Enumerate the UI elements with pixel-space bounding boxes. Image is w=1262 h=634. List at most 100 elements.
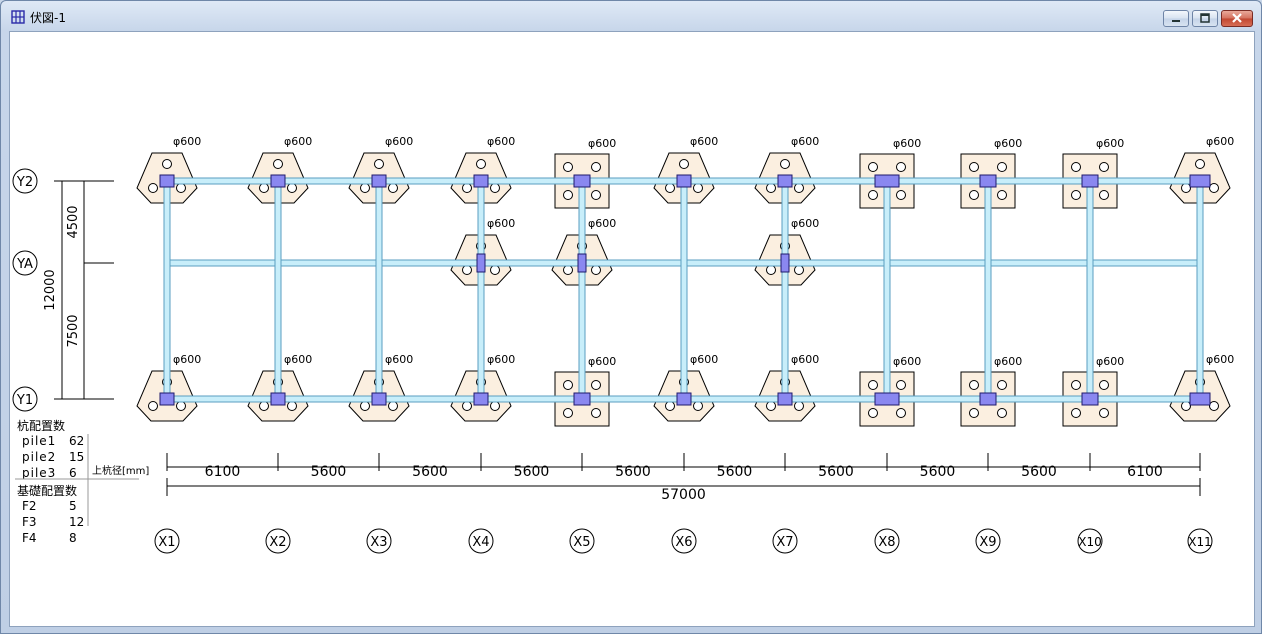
column[interactable] [1081,174,1099,188]
grid-label-text: X11 [1188,535,1212,549]
column[interactable] [979,174,997,188]
diameter-label: 上杭径[mm] [92,464,149,477]
plan-canvas[interactable]: φ600 φ600 φ600 φ600 φ600 φ600 φ600 φ600 φ600 φ600… [9,31,1255,627]
pile-circle [148,401,158,411]
pile-circle [490,183,500,193]
pile-circle [490,265,500,275]
grid-label-x8[interactable]: X8 [874,528,900,554]
grid-label-text: X2 [269,535,286,550]
grid-label-ya[interactable]: YA [12,250,38,276]
pile-diameter-label: φ600 [588,217,616,230]
pile-diameter-label: φ600 [791,135,819,148]
y-direction-beam[interactable] [274,180,282,400]
grid-label-text: X6 [675,535,692,550]
pile-diameter-label: φ600 [791,217,819,230]
title-bar[interactable]: 伏図-1 [1,1,1261,31]
column[interactable] [371,174,387,188]
pile-circle [1195,159,1205,169]
pile-circle [969,162,979,172]
grid-label-x1[interactable]: X1 [154,528,180,554]
column[interactable] [473,174,489,188]
grid-label-x7[interactable]: X7 [772,528,798,554]
grid-label-y1[interactable]: Y1 [12,386,38,412]
pile-circle [997,408,1007,418]
column[interactable] [1189,392,1211,406]
grid-label-x3[interactable]: X3 [366,528,392,554]
y-direction-beam[interactable] [375,180,383,400]
pile-circle [591,408,601,418]
minimize-button[interactable] [1163,10,1189,27]
grid-label-x2[interactable]: X2 [265,528,291,554]
column[interactable] [777,392,793,406]
pile-circle [462,401,472,411]
column[interactable] [270,392,286,406]
pile-diameter-label: φ600 [385,135,413,148]
pile-circle [148,183,158,193]
column[interactable] [874,392,900,406]
y-direction-beam[interactable] [163,180,171,400]
column[interactable] [676,392,692,406]
pile-circle [693,183,703,193]
y-direction-beam[interactable] [680,180,688,400]
column[interactable] [270,174,286,188]
grid-label-x9[interactable]: X9 [975,528,1001,554]
column[interactable] [979,392,997,406]
column[interactable] [874,174,900,188]
y-direction-beam[interactable] [1086,180,1094,400]
span-dimension: 5600 [717,464,753,480]
pile-circle [287,401,297,411]
column[interactable] [777,174,793,188]
maximize-button[interactable] [1192,10,1218,27]
pile-count-label: pile2 [22,450,56,464]
column[interactable] [573,392,591,406]
post[interactable] [577,253,587,273]
column[interactable] [676,174,692,188]
minimize-icon [1172,20,1180,22]
pile-circle [896,190,906,200]
column[interactable] [159,392,175,406]
y-direction-beam[interactable] [477,180,485,400]
close-button[interactable] [1221,10,1253,27]
span-dimension: 6100 [1127,464,1163,480]
span-dimension: 5600 [311,464,347,480]
column[interactable] [1081,392,1099,406]
grid-label-x5[interactable]: X5 [569,528,595,554]
foundation-plan-drawing[interactable]: φ600 φ600 φ600 φ600 φ600 φ600 φ600 φ600 φ600 φ600… [10,32,1254,626]
y-direction-beam[interactable] [1196,180,1204,400]
post[interactable] [780,253,790,273]
grid-label-text: X7 [776,535,793,550]
pile-circle [1209,401,1219,411]
column[interactable] [371,392,387,406]
pile-circle [794,265,804,275]
grid-label-y2[interactable]: Y2 [12,168,38,194]
grid-label-text: X4 [472,535,489,550]
column[interactable] [473,392,489,406]
column[interactable] [1189,174,1211,188]
pile-diameter-label: φ600 [791,353,819,366]
span-dimension: 5600 [920,464,956,480]
pile-circle [287,183,297,193]
y-direction-beam[interactable] [578,180,586,400]
grid-label-x4[interactable]: X4 [468,528,494,554]
grid-label-text: X1 [158,535,175,550]
pile-diameter-label: φ600 [1096,355,1124,368]
pile-circle [969,190,979,200]
y-direction-beam[interactable] [883,180,891,400]
pile-circle [563,190,573,200]
pile-diameter-label: φ600 [284,353,312,366]
pile-circle [1071,408,1081,418]
grid-label-x6[interactable]: X6 [671,528,697,554]
pile-diameter-label: φ600 [994,137,1022,150]
pile-circle [176,183,186,193]
column[interactable] [159,174,175,188]
grid-label-x10[interactable]: X10 [1077,528,1103,554]
pile-circle [563,162,573,172]
y-direction-beam[interactable] [984,180,992,400]
y-direction-beam[interactable] [781,180,789,400]
column[interactable] [573,174,591,188]
post[interactable] [476,253,486,273]
grid-label-x11[interactable]: X11 [1187,528,1213,554]
pile-circle [868,162,878,172]
pile-circle [868,380,878,390]
vertical-dimension: 12000 [43,269,58,310]
